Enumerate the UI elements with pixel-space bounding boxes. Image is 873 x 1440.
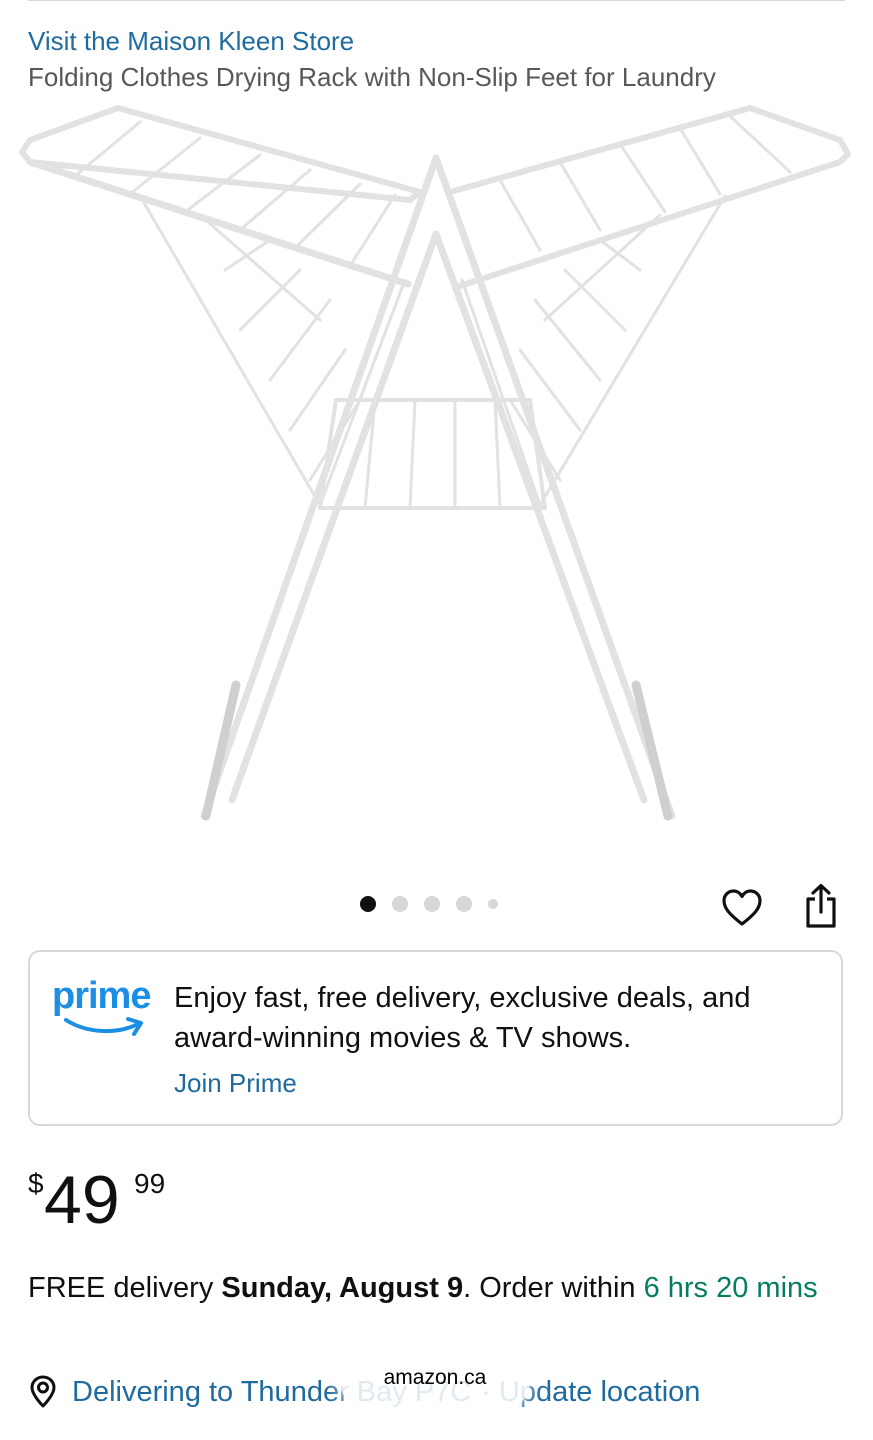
carousel-dot-1[interactable] [360,896,376,912]
product-title: Folding Clothes Drying Rack with Non-Sli… [28,62,716,92]
prime-logo-text: prime [52,975,151,1017]
carousel-dot-3[interactable] [424,896,440,912]
carousel-dot-5[interactable] [488,899,498,909]
delivery-countdown: 6 hrs 20 mins [643,1272,818,1304]
prime-promo-card: prime Enjoy fast, free delivery, exclusi… [28,950,843,1126]
delivery-prefix: FREE delivery [28,1272,222,1304]
price-fraction: 99 [134,1168,166,1199]
prime-logo: prime [52,976,158,1042]
share-button[interactable] [798,880,844,932]
heart-icon [722,889,762,926]
prime-description-line-2: award-winning movies & TV shows. [174,1022,632,1054]
join-prime-link[interactable]: Join Prime [174,1068,297,1099]
prime-description-line-1: Enjoy fast, free delivery, exclusive dea… [174,982,751,1014]
location-pin-icon [30,1375,56,1408]
price-whole: 49 [44,1162,120,1238]
carousel-dot-4[interactable] [456,896,472,912]
prime-smile-icon [64,1017,143,1036]
carousel-dot-2[interactable] [392,896,408,912]
delivery-date: Sunday, August 9 [221,1272,464,1304]
delivery-middle: . Order within [463,1272,644,1304]
prime-description: Enjoy fast, free delivery, exclusive dea… [174,978,824,1058]
visit-store-link[interactable]: Visit the Maison Kleen Store [28,26,354,57]
drying-rack-image[interactable] [0,100,873,840]
top-divider [28,0,845,1]
image-carousel-dots[interactable] [360,896,498,912]
browser-url-text: amazon.ca [383,1366,487,1389]
browser-url-pill[interactable]: amazon.ca [340,1350,530,1412]
share-icon [806,883,836,928]
price-currency-symbol: $ [28,1168,44,1199]
wishlist-button[interactable] [718,884,766,932]
product-page: Visit the Maison Kleen Store Folding Clo… [0,0,873,1440]
delivery-message: FREE delivery Sunday, August 9. Order wi… [28,1268,843,1308]
